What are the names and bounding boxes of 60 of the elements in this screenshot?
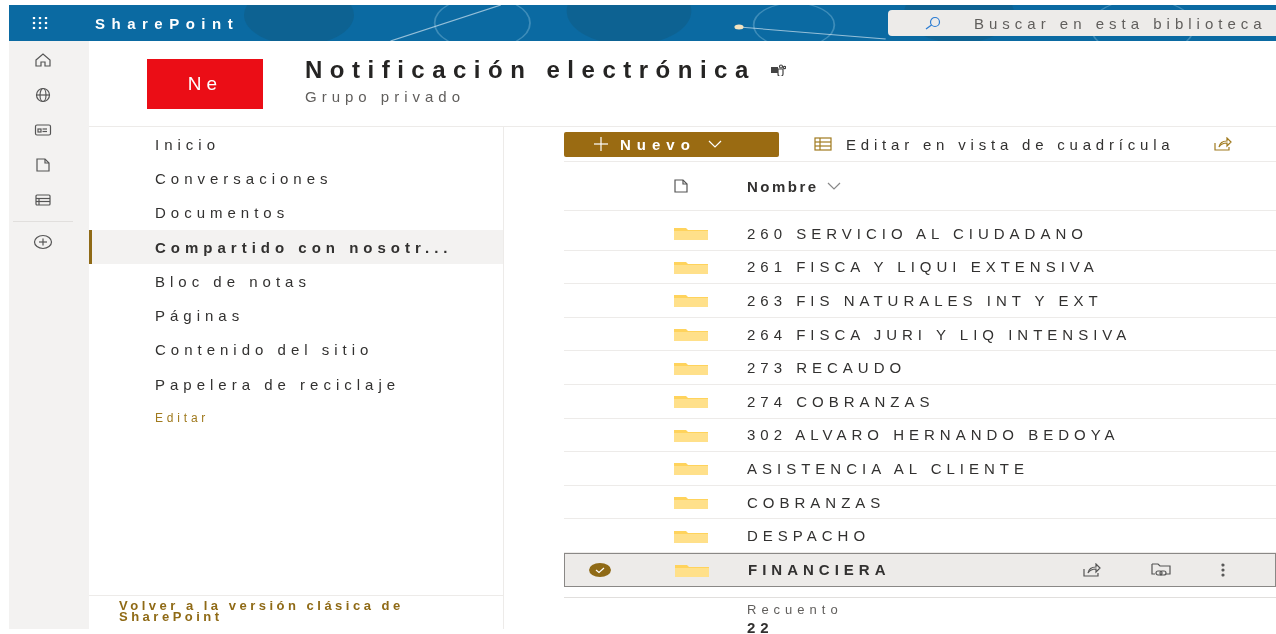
table-row[interactable]: 263 FIS NATURALES INT Y EXT bbox=[564, 284, 1276, 318]
file-icon[interactable] bbox=[34, 157, 52, 173]
nav-item[interactable]: Contenido del sitio bbox=[89, 332, 503, 368]
search-icon[interactable] bbox=[924, 16, 942, 30]
new-button[interactable]: Nuevo bbox=[564, 131, 779, 157]
site-logo: Ne bbox=[147, 58, 263, 109]
nav-item[interactable]: Conversaciones bbox=[89, 161, 503, 196]
file-type-icon[interactable] bbox=[674, 179, 688, 193]
table-row[interactable]: ASISTENCIA AL CLIENTE bbox=[564, 452, 1276, 486]
file-name[interactable]: 264 FISCA JURI Y LIQ INTENSIVA bbox=[747, 325, 1276, 343]
table-row[interactable]: 274 COBRANZAS bbox=[564, 384, 1276, 419]
file-name[interactable]: 273 RECAUDO bbox=[747, 359, 1276, 377]
add-icon[interactable] bbox=[33, 234, 53, 250]
chevron-down-icon[interactable] bbox=[826, 182, 841, 190]
column-header[interactable]: Nombre bbox=[747, 177, 841, 195]
table-row[interactable]: 302 ALVARO HERNANDO BEDOYA bbox=[564, 418, 1276, 453]
table-row[interactable]: 261 FISCA Y LIQUI EXTENSIVA bbox=[564, 250, 1276, 285]
grid-view-button[interactable]: Editar en vista de cuadrícula bbox=[814, 135, 1175, 153]
nav-item[interactable]: Inicio bbox=[89, 127, 503, 162]
file-name[interactable]: DESPACHO bbox=[747, 527, 1276, 545]
file-name[interactable]: 260 SERVICIO AL CIUDADANO bbox=[747, 224, 1276, 242]
classic-link[interactable]: Volver a la versión clásica de SharePoint bbox=[119, 600, 439, 622]
nav-item[interactable]: Papelera de reciclaje bbox=[89, 367, 503, 402]
share-icon[interactable] bbox=[1214, 137, 1233, 151]
file-name[interactable]: ASISTENCIA AL CLIENTE bbox=[747, 459, 1276, 477]
globe-icon[interactable] bbox=[34, 87, 52, 103]
link-icon[interactable] bbox=[1151, 562, 1171, 577]
teams-icon[interactable] bbox=[769, 64, 786, 76]
count-label: Recuento bbox=[747, 601, 844, 617]
site-title: Notificación electrónica bbox=[305, 56, 756, 84]
table-row[interactable]: 264 FISCA JURI Y LIQ INTENSIVA bbox=[564, 317, 1276, 352]
home-icon[interactable] bbox=[34, 52, 52, 68]
edit-link[interactable]: Editar bbox=[89, 411, 503, 426]
news-icon[interactable] bbox=[34, 122, 52, 138]
file-name[interactable]: 302 ALVARO HERNANDO BEDOYA bbox=[747, 426, 1276, 444]
nav-item[interactable]: Páginas bbox=[89, 298, 503, 333]
share-icon[interactable] bbox=[1083, 562, 1101, 577]
search-field[interactable]: Buscar en esta biblioteca bbox=[888, 10, 1276, 36]
file-name[interactable]: FINANCIERA bbox=[748, 561, 1083, 579]
table-row[interactable]: COBRANZAS bbox=[564, 485, 1276, 520]
count-value: 22 bbox=[747, 618, 775, 634]
file-name[interactable]: 274 COBRANZAS bbox=[747, 392, 1276, 410]
table-row[interactable]: 260 SERVICIO AL CIUDADANO bbox=[564, 217, 1276, 251]
site-subtitle: Grupo privado bbox=[305, 88, 467, 105]
nav-item[interactable]: Compartido con nosotr... bbox=[89, 229, 503, 265]
nav-item[interactable]: Bloc de notas bbox=[89, 264, 503, 299]
table-row[interactable]: DESPACHO bbox=[564, 519, 1276, 553]
table-row[interactable]: FINANCIERA bbox=[564, 552, 1276, 587]
app-name[interactable]: SharePoint bbox=[95, 14, 240, 32]
file-name[interactable]: 263 FIS NATURALES INT Y EXT bbox=[747, 292, 1276, 309]
list-icon[interactable] bbox=[34, 192, 52, 208]
table-row[interactable]: 273 RECAUDO bbox=[564, 351, 1276, 385]
plus-icon[interactable] bbox=[594, 137, 608, 151]
nav-item[interactable]: Documentos bbox=[89, 195, 503, 230]
file-name[interactable]: 261 FISCA Y LIQUI EXTENSIVA bbox=[747, 258, 1276, 276]
check-icon[interactable] bbox=[588, 561, 612, 578]
more-icon[interactable] bbox=[1221, 562, 1225, 577]
file-name[interactable]: COBRANZAS bbox=[747, 493, 1276, 511]
app-launcher-icon[interactable] bbox=[32, 17, 48, 29]
grid-icon[interactable] bbox=[814, 137, 832, 151]
